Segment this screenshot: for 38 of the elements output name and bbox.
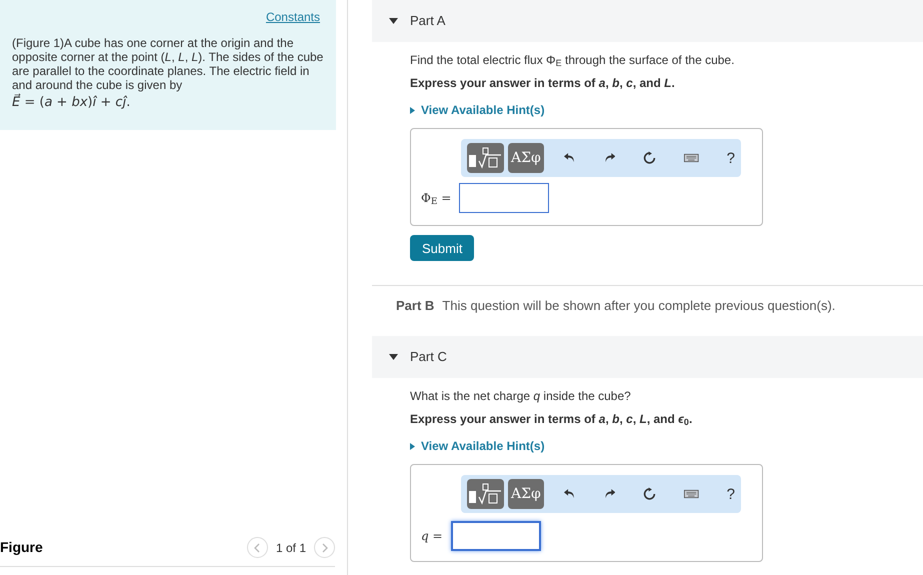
caret-right-icon — [410, 107, 415, 114]
answer-label: q = — [421, 528, 443, 544]
problem-text: (Figure 1)A cube has one corner at the origin and the opposite corner at the point (L, L, L). The sides of the cube are parallel to the coordinate planes. The electric field in and around the cube is given by — [12, 36, 324, 92]
part-header[interactable]: Part A — [372, 0, 923, 42]
chevron-right-icon — [322, 542, 328, 552]
redo-icon[interactable] — [604, 488, 615, 500]
question-text: What is the net charge q inside the cube? — [410, 389, 631, 403]
keyboard-icon[interactable] — [684, 489, 699, 499]
help-button[interactable]: ? — [726, 486, 735, 502]
help-button[interactable]: ? — [726, 150, 735, 166]
template-button[interactable] — [467, 143, 504, 173]
template-button[interactable] — [467, 479, 504, 509]
answer-label: Φ$_{E}$ = — [421, 190, 452, 206]
locked-message: This question will be shown after you complete previous question(s). — [442, 298, 836, 314]
reset-icon[interactable] — [643, 150, 656, 166]
fraction-root-icon — [467, 147, 504, 169]
answer-input[interactable] — [459, 183, 550, 213]
instruction-text: Express your answer in terms of a, b, c, and L. — [410, 76, 675, 90]
chevron-left-icon — [254, 542, 260, 552]
constants-link[interactable]: Constants — [266, 10, 320, 24]
greek-symbols-button[interactable]: ΑΣφ — [508, 143, 544, 173]
fraction-root-icon — [467, 483, 504, 505]
answer-input[interactable] — [450, 521, 541, 551]
hint-link[interactable]: View Available Hint(s) — [410, 439, 923, 454]
figure-title: Figure — [0, 538, 43, 557]
submit-button[interactable]: Submit — [410, 235, 474, 261]
part-header[interactable]: Part C — [372, 336, 923, 378]
page-counter: 1 of 1 — [276, 540, 306, 556]
reset-icon[interactable] — [643, 486, 656, 502]
greek-symbols-button[interactable]: ΑΣφ — [508, 479, 544, 509]
redo-icon[interactable] — [604, 152, 615, 164]
keyboard-icon[interactable] — [684, 153, 699, 163]
caret-right-icon — [410, 443, 415, 450]
field-formula: E⃗ = (a + bx)î + cĵ. — [12, 95, 130, 110]
instruction-text: Express your answer in terms of a, b, c, L, and ϵ$_{0}$. — [410, 412, 692, 426]
question-text: Find the total electric flux Φ$_{E}$ through the surface of the cube. — [410, 53, 734, 67]
part-title: Part B — [396, 298, 434, 314]
hint-link[interactable]: View Available Hint(s) — [410, 103, 923, 118]
